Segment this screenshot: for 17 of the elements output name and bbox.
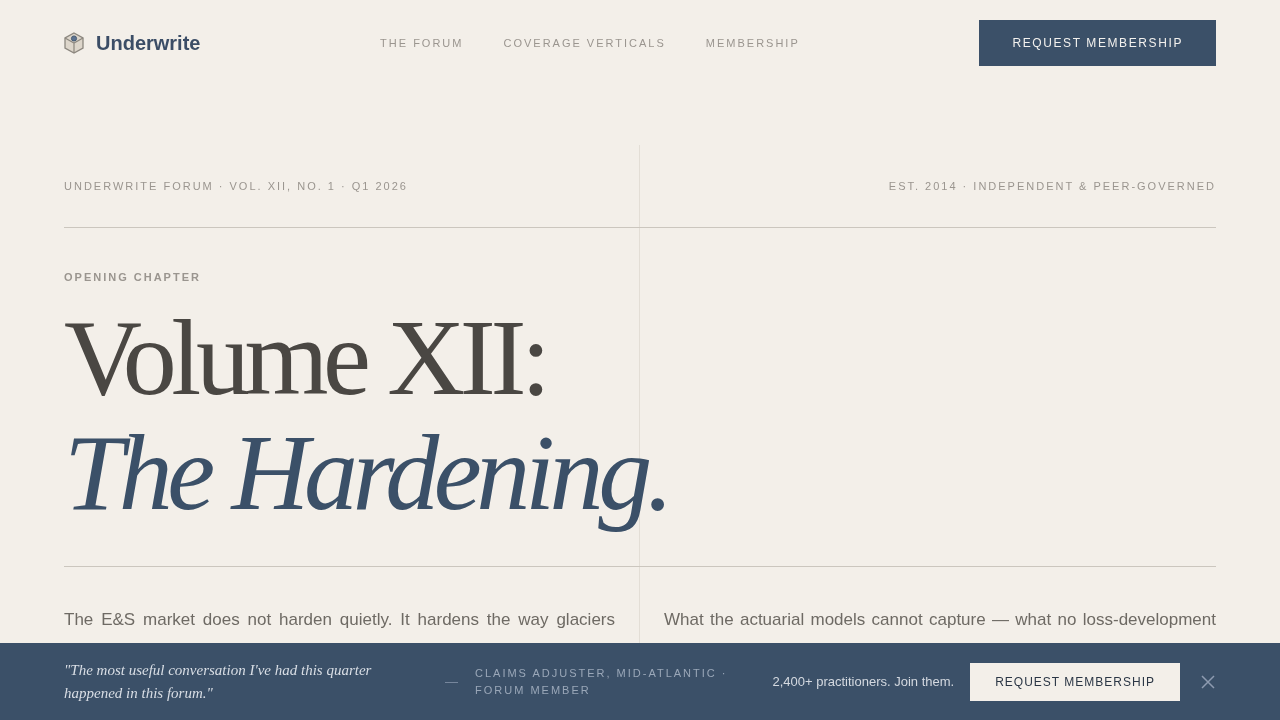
quote-dash: — (445, 674, 458, 689)
hero-title: Volume XII: (64, 300, 546, 415)
body-paragraph: The E&S market does not harden quietly. It hardens the way glaciers (64, 609, 615, 631)
issue-meta-text: UNDERWRITE FORUM · VOL. XII, NO. 1 · Q1 2026 (64, 180, 408, 192)
quote-attribution: CLAIMS ADJUSTER, MID-ATLANTIC · FORUM MEMBER (475, 665, 729, 698)
cube-icon (64, 32, 84, 54)
section-eyebrow: OPENING CHAPTER (64, 270, 201, 285)
body-paragraph: What the actuarial models cannot capture — what no loss-development (664, 609, 1216, 631)
request-membership-button[interactable]: REQUEST MEMBERSHIP (970, 662, 1180, 701)
brand-name[interactable]: Underwrite (96, 31, 201, 55)
testimonial-quote: "The most useful conversation I've had this quarter happened in this forum." (64, 660, 373, 703)
member-count-text: 2,400+ practitioners. Join them. (772, 674, 955, 689)
request-membership-button[interactable]: REQUEST MEMBERSHIP (979, 20, 1216, 66)
founding-meta-text: EST. 2014 · INDEPENDENT & PEER-GOVERNED (888, 180, 1216, 192)
hero-subtitle: The Hardening. (64, 415, 669, 530)
close-icon (1201, 674, 1215, 689)
close-button[interactable] (1200, 673, 1216, 690)
